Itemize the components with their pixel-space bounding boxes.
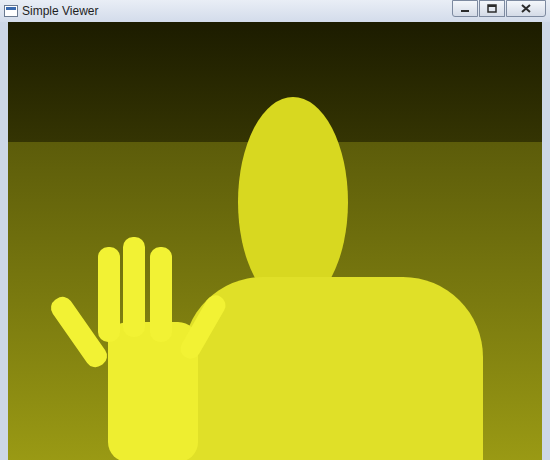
maximize-icon [487,4,497,13]
minimize-button[interactable] [452,0,478,17]
window-title: Simple Viewer [22,3,98,19]
depth-image [8,22,542,460]
close-button[interactable] [506,0,546,17]
close-icon [521,4,531,13]
maximize-button[interactable] [479,0,505,17]
title-bar[interactable]: Simple Viewer [0,0,550,22]
app-icon [4,4,18,18]
window: Simple Viewer [0,0,550,460]
minimize-icon [460,5,470,13]
